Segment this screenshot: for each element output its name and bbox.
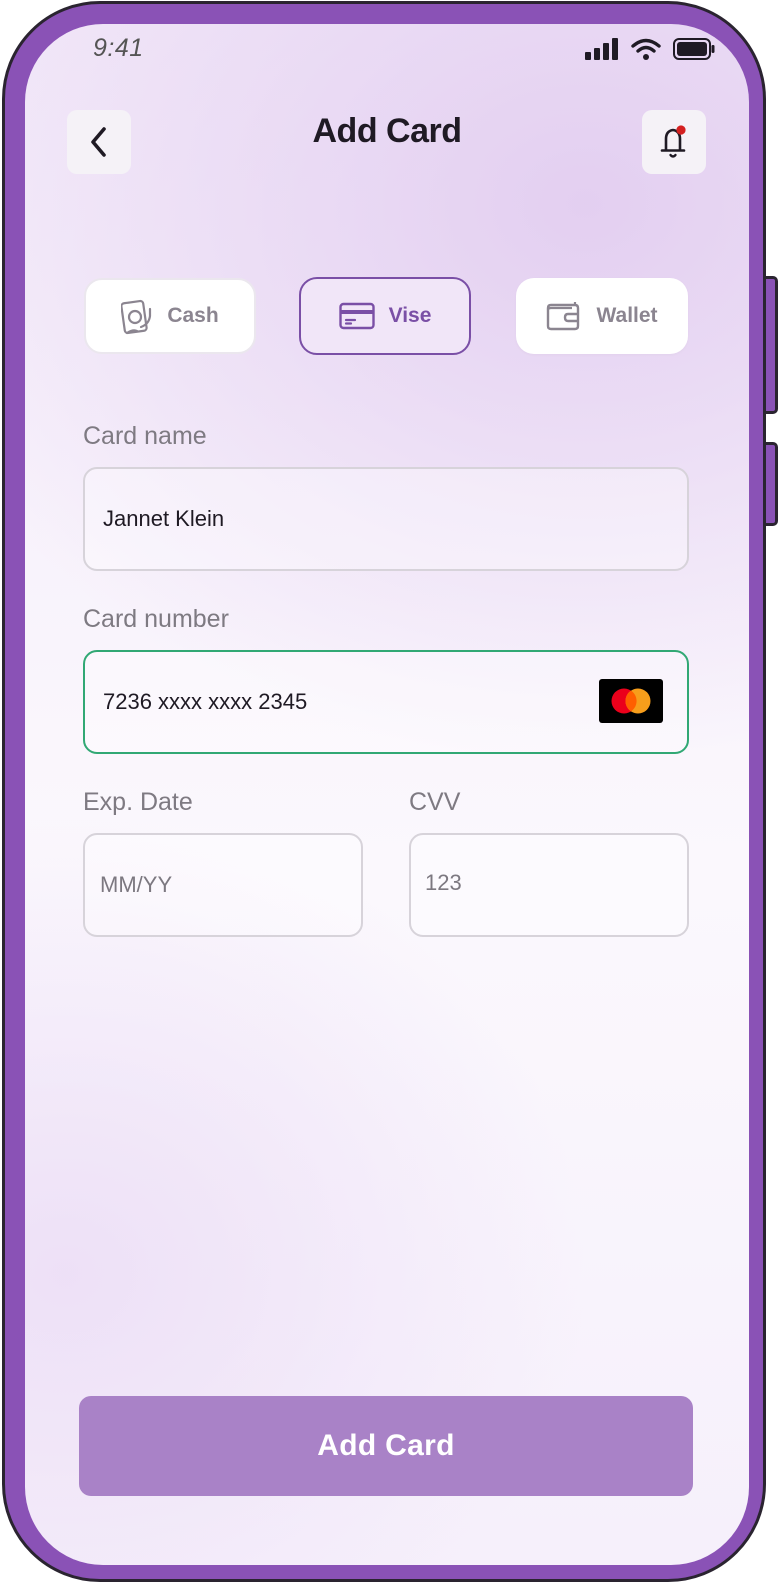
app-screen: 9:41 Add Card Cash Vise Wallet Card name… bbox=[25, 24, 749, 1565]
method-vise-button[interactable]: Vise bbox=[299, 277, 471, 355]
card-number-value: 7236 xxxx xxxx 2345 bbox=[103, 689, 308, 714]
cash-icon bbox=[121, 299, 152, 335]
phone-frame: 9:41 Add Card Cash Vise Wallet Card name… bbox=[2, 1, 766, 1582]
exp-date-field[interactable]: MM/YY bbox=[83, 833, 363, 937]
wifi-icon bbox=[631, 38, 661, 60]
card-icon bbox=[338, 302, 375, 330]
signal-icon bbox=[585, 38, 618, 60]
notification-button[interactable] bbox=[642, 110, 706, 174]
card-number-label: Card number bbox=[83, 605, 229, 633]
wallet-icon bbox=[547, 302, 580, 331]
method-wallet-label: Wallet bbox=[596, 304, 658, 327]
bell-icon bbox=[660, 125, 686, 158]
mastercard-icon bbox=[599, 679, 663, 723]
cvv-field[interactable]: 123 bbox=[409, 833, 689, 937]
card-name-label: Card name bbox=[83, 422, 207, 450]
card-number-field[interactable]: 7236 xxxx xxxx 2345 bbox=[83, 650, 689, 754]
side-button-upper bbox=[764, 276, 778, 414]
method-cash-label: Cash bbox=[167, 304, 219, 327]
method-vise-label: Vise bbox=[388, 304, 432, 327]
page-title: Add Card bbox=[312, 112, 463, 150]
battery-icon bbox=[673, 38, 715, 60]
card-name-value: Jannet Klein bbox=[103, 506, 225, 531]
status-time: 9:41 bbox=[93, 34, 144, 62]
exp-date-placeholder: MM/YY bbox=[100, 872, 173, 897]
card-name-field[interactable]: Jannet Klein bbox=[83, 467, 689, 571]
method-wallet-button[interactable]: Wallet bbox=[516, 278, 688, 354]
exp-date-label: Exp. Date bbox=[83, 788, 193, 816]
status-icons bbox=[585, 38, 715, 60]
add-card-button[interactable]: Add Card bbox=[79, 1396, 693, 1496]
side-button-lower bbox=[764, 442, 778, 526]
cvv-label: CVV bbox=[409, 788, 461, 816]
method-cash-button[interactable]: Cash bbox=[84, 278, 256, 354]
cvv-placeholder: 123 bbox=[425, 870, 462, 895]
